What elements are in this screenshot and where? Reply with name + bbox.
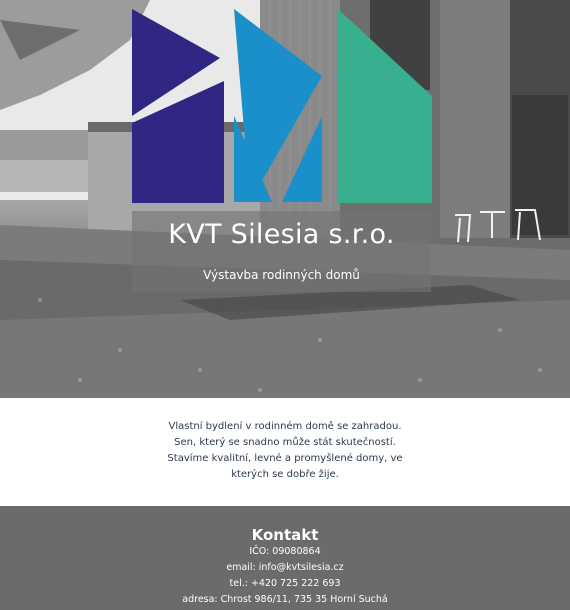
contact-footer: Kontakt IČO: 09080864 email: info@kvtsil… bbox=[0, 506, 570, 610]
intro-line-3: Stavíme kvalitní, levné a promyšlené dom… bbox=[167, 453, 403, 480]
company-subtitle: Výstavba rodinných domů bbox=[132, 259, 431, 292]
intro-line-2: Sen, který se snadno může stát skutečnos… bbox=[174, 437, 396, 448]
company-logo bbox=[132, 9, 432, 203]
contact-email[interactable]: email: info@kvtsilesia.cz bbox=[0, 560, 570, 576]
hero-banner: KVT Silesia s.r.o. Výstavba rodinných do… bbox=[0, 0, 570, 398]
contact-phone[interactable]: tel.: +420 725 222 693 bbox=[0, 576, 570, 592]
intro-text: Vlastní bydlení v rodinném domě se zahra… bbox=[0, 398, 570, 506]
contact-address: adresa: Chrost 986/11, 735 35 Horní Such… bbox=[182, 594, 388, 605]
intro-line-1: Vlastní bydlení v rodinném domě se zahra… bbox=[168, 421, 402, 432]
company-title: KVT Silesia s.r.o. bbox=[132, 211, 431, 259]
contact-heading: Kontakt bbox=[251, 526, 319, 544]
contact-ico: IČO: 09080864 bbox=[249, 546, 321, 557]
